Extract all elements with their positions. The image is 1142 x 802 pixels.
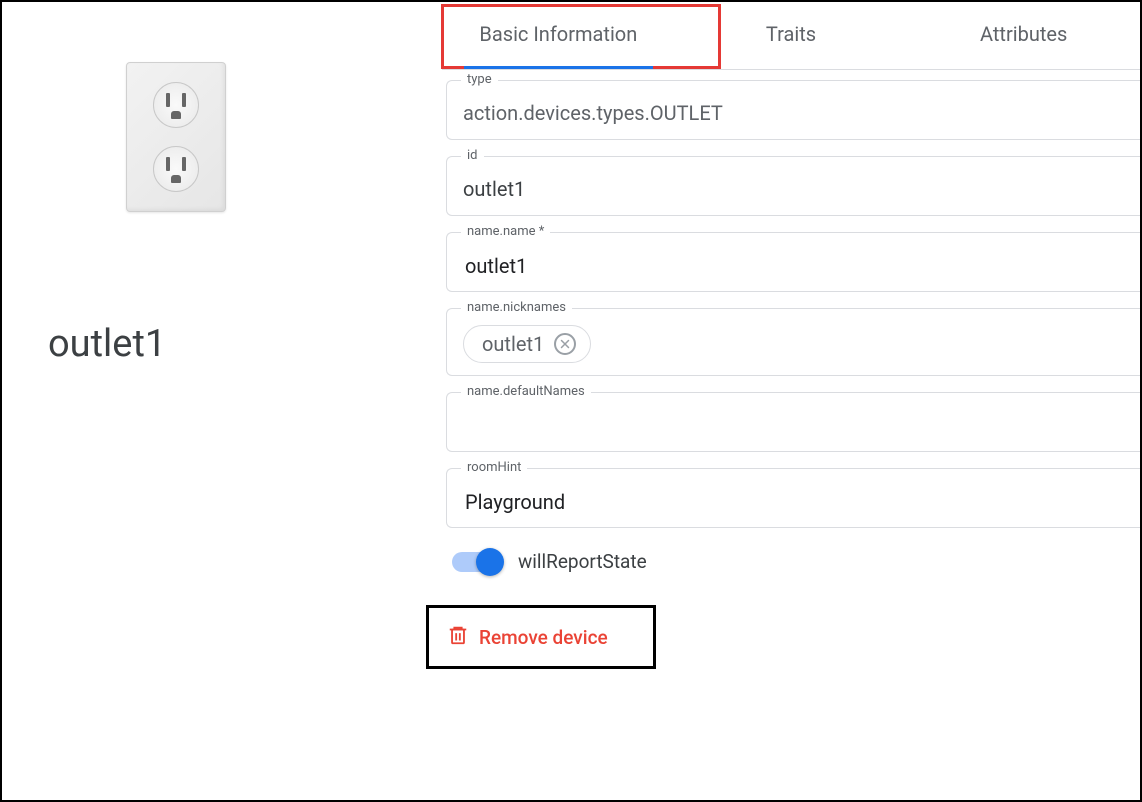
field-name-nicknames[interactable]: name.nicknames outlet1 xyxy=(446,308,1140,376)
field-name-defaultnames-label: name.defaultNames xyxy=(461,384,591,399)
field-type-label: type xyxy=(461,72,498,87)
tab-traits[interactable]: Traits xyxy=(675,2,908,69)
device-detail-main: Basic Information Traits Attributes type… xyxy=(442,2,1140,800)
chip-remove-icon[interactable] xyxy=(554,333,576,355)
highlight-remove-device: Remove device xyxy=(426,605,656,669)
field-id[interactable]: id outlet1 xyxy=(446,156,1140,216)
outlet-icon xyxy=(126,62,226,212)
toggle-willreportstate[interactable] xyxy=(452,552,500,572)
tab-attributes[interactable]: Attributes xyxy=(907,2,1140,69)
field-id-value: outlet1 xyxy=(463,177,1124,201)
field-roomhint-label: roomHint xyxy=(461,460,527,475)
device-sidebar: outlet1 xyxy=(2,2,442,800)
field-roomhint[interactable]: roomHint xyxy=(446,468,1140,528)
nickname-chip[interactable]: outlet1 xyxy=(463,325,591,363)
toggle-willreportstate-row: willReportState xyxy=(452,550,1140,573)
field-name-name-input[interactable] xyxy=(463,253,1124,279)
remove-device-label: Remove device xyxy=(479,626,608,649)
field-roomhint-input[interactable] xyxy=(463,489,1124,515)
field-name-name[interactable]: name.name * xyxy=(446,232,1140,292)
field-type-value: action.devices.types.OUTLET xyxy=(463,101,1124,125)
tab-basic-information[interactable]: Basic Information xyxy=(442,2,675,69)
tabs: Basic Information Traits Attributes xyxy=(442,2,1140,70)
field-name-name-label: name.name * xyxy=(461,224,550,239)
field-name-nicknames-label: name.nicknames xyxy=(461,300,572,315)
field-name-defaultnames[interactable]: name.defaultNames xyxy=(446,392,1140,452)
device-title: outlet1 xyxy=(48,322,402,366)
trash-icon xyxy=(447,624,469,651)
field-id-label: id xyxy=(461,148,484,163)
remove-device-button[interactable]: Remove device xyxy=(429,616,626,659)
toggle-willreportstate-label: willReportState xyxy=(518,550,647,573)
nickname-chip-label: outlet1 xyxy=(482,332,544,356)
field-type[interactable]: type action.devices.types.OUTLET xyxy=(446,80,1140,140)
